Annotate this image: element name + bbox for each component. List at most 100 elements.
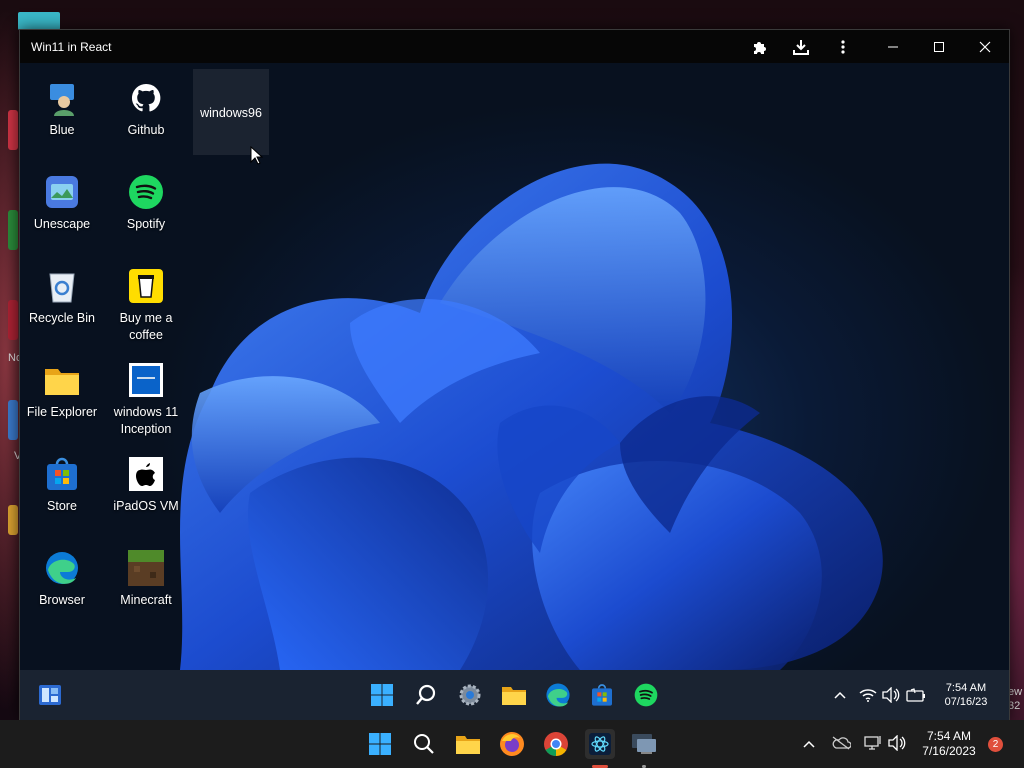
search-button[interactable]	[412, 681, 440, 709]
remote-desktop-icon	[632, 734, 656, 754]
desktop-icon-windows-11-inception[interactable]: windows 11 Inception	[104, 361, 188, 438]
desktop-icon-file-explorer[interactable]: File Explorer	[20, 361, 104, 421]
host-onedrive-button[interactable]	[830, 734, 852, 752]
download-icon	[793, 40, 809, 55]
desktop-icon-ipados-vm[interactable]: iPadOS VM	[104, 455, 188, 515]
edge-icon	[43, 549, 81, 587]
battery-icon	[906, 688, 925, 702]
host-volume-button[interactable]	[886, 734, 908, 752]
windows-logo-icon	[127, 361, 165, 399]
start-button[interactable]	[368, 681, 396, 709]
file-explorer-button[interactable]	[500, 681, 528, 709]
desktop-icon-unescape[interactable]: Unescape	[20, 173, 104, 233]
host-win11-react-app-button[interactable]	[585, 729, 615, 759]
desktop-icon-label: Blue	[49, 123, 75, 137]
desktop-icon-label: Store	[47, 499, 77, 513]
host-desktop-icon[interactable]	[8, 210, 18, 250]
extensions-button[interactable]	[747, 34, 773, 60]
apple-icon	[127, 455, 165, 493]
notification-badge[interactable]: 2	[988, 737, 1003, 752]
edge-icon	[546, 683, 570, 707]
start-icon	[371, 684, 393, 706]
host-chrome-button[interactable]	[541, 729, 571, 759]
settings-icon	[459, 684, 481, 706]
host-show-hidden-icons-button[interactable]	[800, 736, 818, 752]
recycle-bin-icon	[43, 267, 81, 305]
settings-button[interactable]	[456, 681, 484, 709]
github-icon	[127, 79, 165, 117]
close-button[interactable]	[972, 34, 998, 60]
close-icon	[979, 41, 991, 53]
host-start-button[interactable]	[365, 729, 395, 759]
host-file-explorer-button[interactable]	[453, 729, 483, 759]
more-options-button[interactable]	[830, 34, 856, 60]
desktop-icon-spotify[interactable]: Spotify	[104, 173, 188, 233]
desktop-icon-label: Recycle Bin	[29, 311, 95, 325]
desktop-icon-recycle-bin[interactable]: Recycle Bin	[20, 267, 104, 327]
desktop-icon-buy-me-a-coffee[interactable]: Buy me a coffee	[104, 267, 188, 344]
wifi-icon	[859, 689, 877, 702]
host-search-button[interactable]	[409, 729, 439, 759]
minecraft-icon	[127, 549, 165, 587]
edge-button[interactable]	[544, 681, 572, 709]
desktop-icon-label: Buy me a coffee	[119, 311, 173, 342]
inner-clock-time: 7:54 AM	[945, 682, 987, 694]
folder-icon	[43, 361, 81, 399]
volume-button[interactable]	[877, 681, 905, 709]
file-explorer-icon	[456, 736, 480, 754]
inner-clock[interactable]: 7:54 AM 07/16/23	[938, 681, 994, 709]
host-network-button[interactable]	[862, 734, 884, 752]
desktop-icon-label: windows96	[200, 106, 262, 120]
desktop-icon-label: iPadOS VM	[113, 499, 179, 513]
desktop-icon-windows96[interactable]: windows96	[193, 69, 269, 155]
host-desktop-icon[interactable]	[8, 505, 18, 535]
desktop-icon-github[interactable]: Github	[104, 79, 188, 139]
start-icon	[369, 733, 391, 755]
window-titlebar[interactable]: Win11 in React	[20, 30, 1009, 63]
search-icon	[416, 684, 436, 705]
desktop-icon-label: Minecraft	[120, 593, 172, 607]
inner-desktop[interactable]: Blue Unescape Recycle Bin File Explorer …	[20, 63, 1009, 670]
host-desktop-icon[interactable]	[8, 400, 18, 440]
store-button[interactable]	[588, 681, 616, 709]
host-clock[interactable]: 7:54 AM 7/16/2023	[916, 729, 982, 759]
window-title: Win11 in React	[31, 40, 112, 54]
host-desktop-icon[interactable]	[8, 110, 18, 150]
onedrive-icon	[832, 736, 851, 750]
minimize-button[interactable]	[880, 34, 906, 60]
desktop-icon-label: Github	[127, 123, 165, 137]
host-desktop-icon[interactable]	[8, 300, 18, 340]
show-hidden-icons-button[interactable]	[826, 681, 854, 709]
inner-taskbar: 7:54 AM 07/16/23	[20, 670, 1009, 720]
desktop-icon-label: Browser	[39, 593, 85, 607]
firefox-icon	[500, 732, 524, 756]
desktop-icon-store[interactable]: Store	[20, 455, 104, 515]
store-icon	[43, 455, 81, 493]
widgets-button[interactable]	[36, 681, 64, 709]
kebab-menu-icon	[841, 40, 845, 54]
desktop-icon-minecraft[interactable]: Minecraft	[104, 549, 188, 609]
desktop-icon-blue[interactable]: Blue	[20, 79, 104, 139]
host-taskbar: 7:54 AM 7/16/2023 2	[0, 720, 1024, 768]
host-remote-desktop-button[interactable]	[629, 729, 659, 759]
desktop-icon-label: File Explorer	[26, 405, 98, 419]
host-desktop-icon[interactable]	[18, 12, 60, 30]
chevron-up-icon	[803, 740, 815, 748]
host-firefox-button[interactable]	[497, 729, 527, 759]
battery-button[interactable]	[902, 681, 930, 709]
file-explorer-icon	[502, 687, 526, 705]
chevron-up-icon	[834, 691, 846, 699]
puzzle-icon	[754, 42, 766, 54]
spotify-button[interactable]	[632, 681, 660, 709]
maximize-button[interactable]	[926, 34, 952, 60]
speaker-icon	[882, 687, 900, 703]
coffee-cup-icon	[127, 267, 165, 305]
store-icon	[592, 684, 612, 706]
chrome-icon	[544, 732, 568, 756]
install-button[interactable]	[788, 34, 814, 60]
widgets-icon	[39, 685, 61, 705]
search-icon	[414, 734, 434, 754]
host-clock-date: 7/16/2023	[922, 744, 976, 758]
app-window: Win11 in React Blue Unescape Recycle Bin…	[19, 29, 1010, 721]
desktop-icon-browser[interactable]: Browser	[20, 549, 104, 609]
